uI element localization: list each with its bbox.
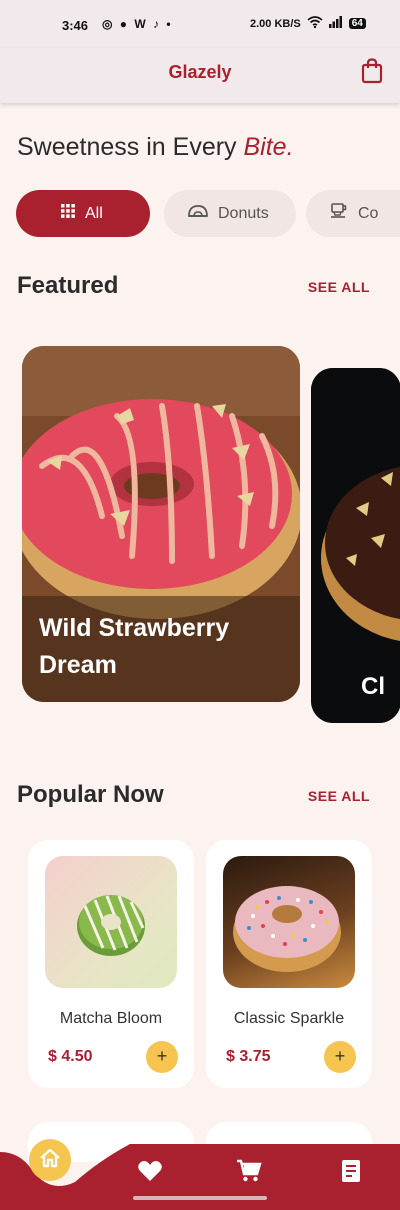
- product-card-matcha-bloom[interactable]: Matcha Bloom $ 4.50 +: [28, 840, 194, 1088]
- featured-see-all[interactable]: SEE ALL: [308, 279, 370, 295]
- add-to-cart-button[interactable]: +: [146, 1041, 178, 1073]
- wifi-icon: [307, 16, 323, 31]
- donut-icon: [188, 204, 208, 223]
- app-title: Glazely: [168, 62, 232, 82]
- status-time: 3:46: [62, 18, 89, 33]
- popular-title: Popular Now: [17, 781, 164, 808]
- chip-coffee[interactable]: Co: [306, 190, 400, 237]
- featured-card-2[interactable]: Cl: [311, 368, 400, 723]
- shopping-bag-icon[interactable]: [360, 58, 384, 84]
- chip-donuts[interactable]: Donuts: [164, 190, 296, 237]
- status-right: 2.00 KB/S 64: [250, 16, 366, 31]
- status-bar: 3:46 ◎ ● W ♪ • 2.00 KB/S 64: [0, 0, 400, 48]
- signal-icon: [328, 16, 343, 31]
- headline: Sweetness in Every Bite.: [17, 133, 294, 162]
- popular-see-all[interactable]: SEE ALL: [308, 788, 370, 804]
- battery-icon: 64: [348, 18, 366, 29]
- featured-title: Featured: [17, 272, 119, 299]
- chip-label: Co: [358, 204, 379, 222]
- headline-main: Sweetness in Every: [17, 133, 244, 161]
- add-to-cart-button[interactable]: +: [324, 1041, 356, 1073]
- featured-name: Wild Strawberry Dream: [39, 614, 230, 679]
- chip-label: Donuts: [218, 204, 269, 222]
- gesture-bar[interactable]: [133, 1196, 267, 1200]
- matcha-donut-image: [45, 856, 177, 988]
- featured-name: Cl: [361, 673, 385, 700]
- headline-accent: Bite.: [243, 133, 294, 161]
- category-chips: All Donuts Co: [16, 190, 400, 238]
- network-speed: 2.00 KB/S: [250, 17, 301, 30]
- product-name: Classic Sparkle: [233, 1010, 345, 1027]
- product-price: $ 3.75: [226, 1048, 271, 1065]
- notification-icons: ◎ ● W ♪ •: [102, 17, 173, 31]
- chip-all[interactable]: All: [16, 190, 150, 237]
- heart-icon[interactable]: [137, 1158, 163, 1184]
- home-button[interactable]: [29, 1139, 71, 1181]
- sprinkle-donut-image: [223, 856, 355, 988]
- featured-card-wild-strawberry[interactable]: Wild Strawberry Dream: [22, 346, 300, 702]
- home-icon: [39, 1148, 61, 1173]
- cart-icon[interactable]: [236, 1158, 262, 1184]
- product-price: $ 4.50: [48, 1048, 93, 1065]
- orders-icon[interactable]: [338, 1158, 364, 1184]
- product-name: Matcha Bloom: [59, 1010, 163, 1027]
- product-card-classic-sparkle[interactable]: Classic Sparkle $ 3.75 +: [206, 840, 372, 1088]
- coffee-cup-icon: [330, 203, 348, 224]
- grid-icon: [61, 204, 75, 223]
- chip-label: All: [85, 204, 103, 222]
- app-header: Glazely: [0, 48, 400, 103]
- chocolate-donut-image: [311, 368, 400, 723]
